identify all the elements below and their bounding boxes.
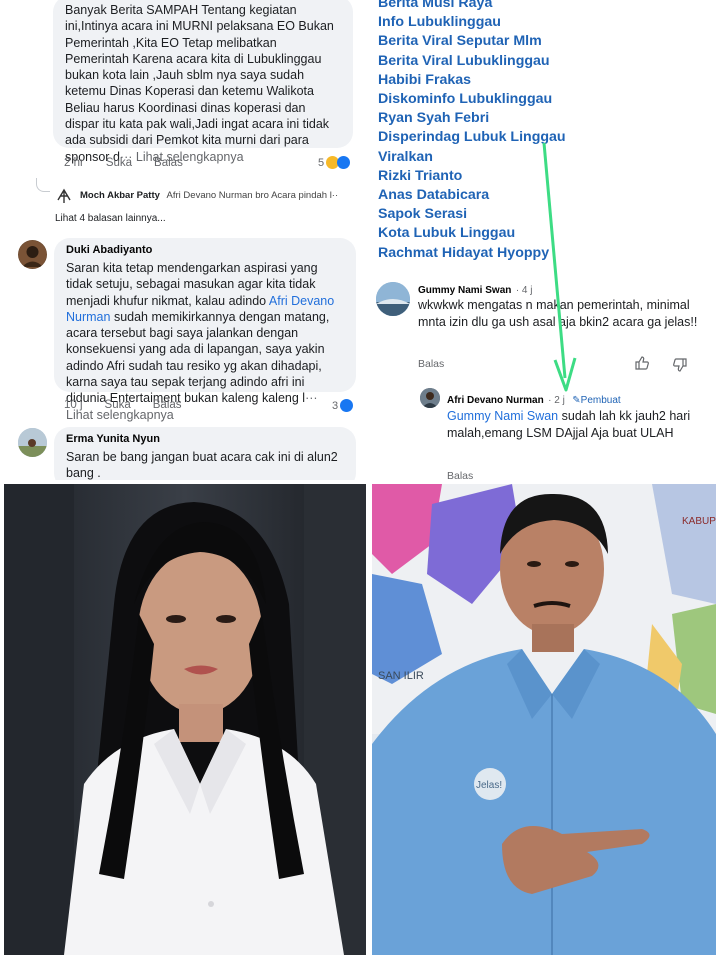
portrait-image: SAN ILIR KABUP Jelas! [372, 484, 716, 955]
reply-author: Moch Akbar Patty [80, 190, 160, 201]
avatar [18, 428, 47, 457]
comment-actions: 2 hr Suka Balas [64, 157, 183, 169]
reply-thread-line [36, 178, 50, 192]
avatar [54, 186, 74, 206]
comments-panel-right: Berita Musi Raya Info Lubuklinggau Berit… [368, 0, 720, 480]
comment-time: 2 hr [64, 157, 84, 169]
like-button[interactable]: Suka [106, 157, 132, 169]
annotation-arrow [542, 142, 577, 392]
reaction-count: 3 [332, 399, 354, 412]
comment-text: Saran be bang jangan buat acara cak ini … [66, 450, 338, 480]
comment-bubble: Erma Yunita Nyun Saran be bang jangan bu… [54, 427, 356, 480]
comment-bubble: Duki Abadiyanto Saran kita tetap mendeng… [54, 238, 356, 422]
comment-time: 10 j [64, 399, 83, 411]
comment-author[interactable]: Duki Abadiyanto [66, 244, 344, 256]
avatar [18, 240, 47, 269]
comment-bubble: Banyak Berita SAMPAH Tentang kegiatan in… [53, 0, 353, 164]
comment-actions: 10 j Suka Balas [64, 399, 182, 411]
like-reaction-icon [340, 399, 354, 412]
banner-label: KABUP [682, 516, 716, 527]
comment-text: Banyak Berita SAMPAH Tentang kegiatan in… [65, 3, 334, 164]
portrait-image [4, 484, 366, 955]
like-reaction-icon [337, 156, 351, 169]
photo-man: SAN ILIR KABUP Jelas! [372, 484, 716, 955]
comment-author[interactable]: Erma Yunita Nyun [66, 433, 344, 445]
badge-label: Jelas! [476, 780, 502, 791]
reply-snippet: Afri Devano Nurman bro Acara pindah l·· [166, 190, 339, 201]
reply-button[interactable]: Balas [154, 157, 183, 169]
reply-button[interactable]: Balas [153, 399, 182, 411]
photo-woman [4, 484, 366, 955]
comments-panel-left: Banyak Berita SAMPAH Tentang kegiatan in… [0, 0, 364, 480]
like-button[interactable]: Suka [105, 399, 131, 411]
reaction-count: 5 [318, 156, 351, 169]
banner-label: SAN ILIR [378, 670, 424, 682]
view-more-replies-link[interactable]: Lihat 4 balasan lainnya... [55, 213, 166, 224]
reply-preview[interactable]: Moch Akbar Patty Afri Devano Nurman bro … [80, 190, 338, 201]
